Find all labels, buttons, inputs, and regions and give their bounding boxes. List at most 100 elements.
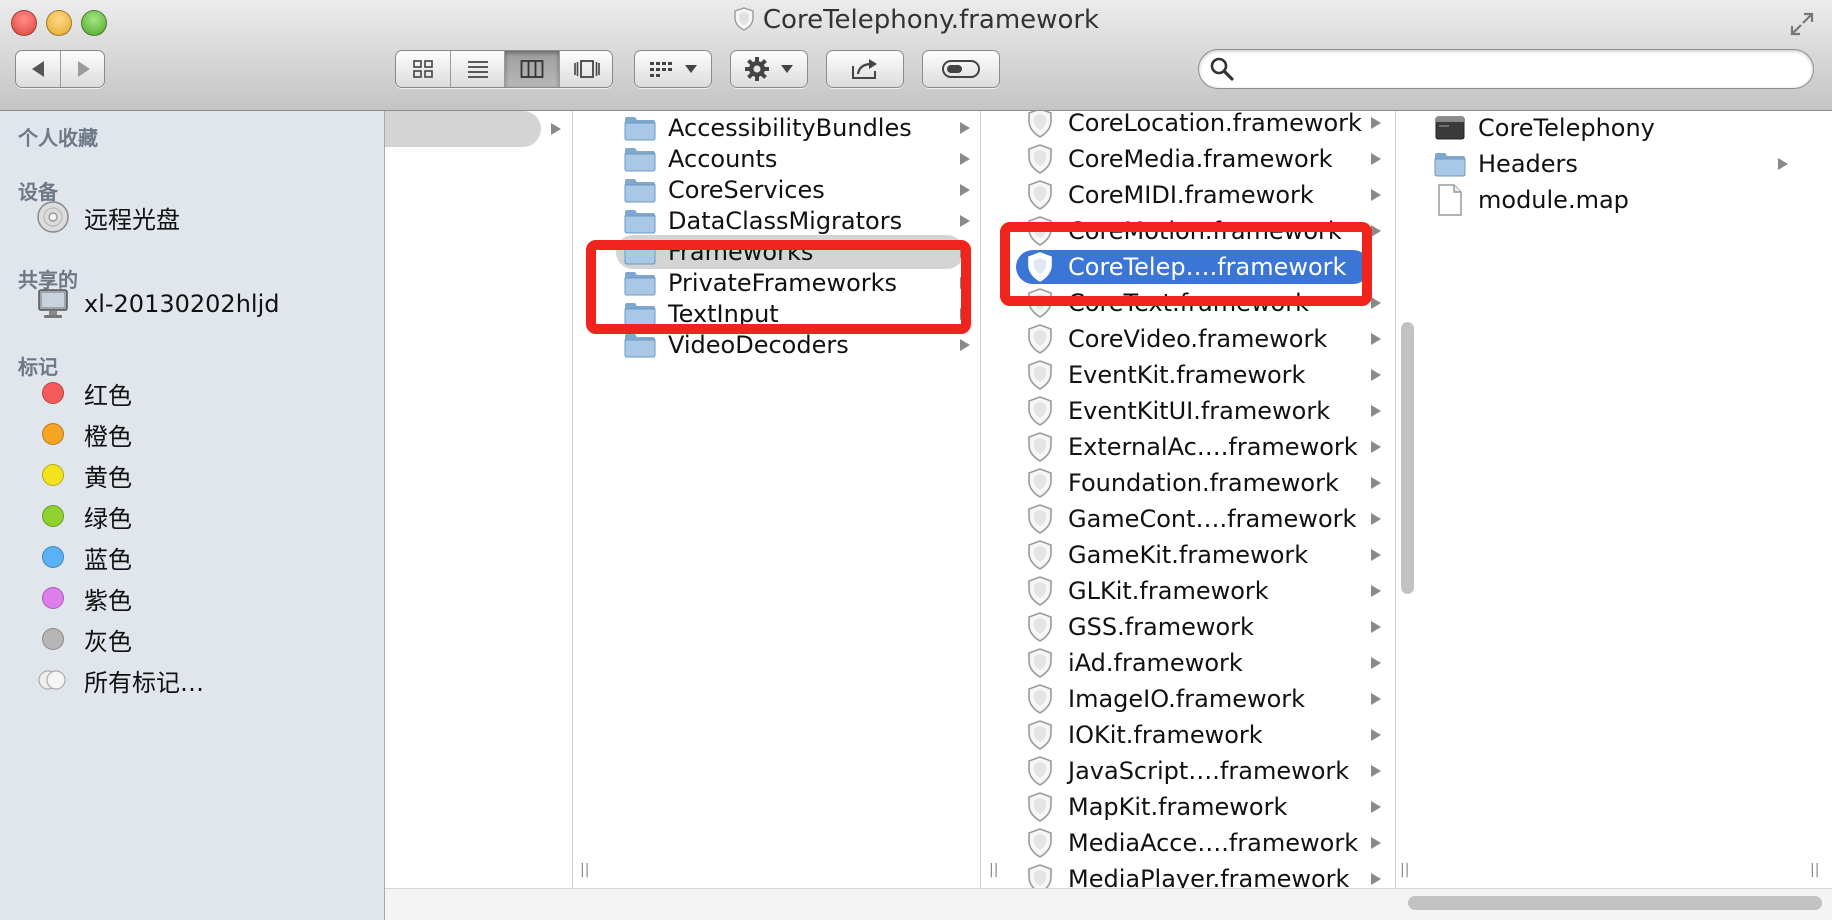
chevron-down-icon [685, 65, 697, 73]
framework-row[interactable]: MapKit.framework [1024, 790, 1287, 824]
disclosure-arrow-icon [1371, 837, 1381, 849]
framework-name: CoreLocation.framework [1068, 111, 1362, 137]
framework-row[interactable]: CoreVideo.framework [1024, 322, 1327, 356]
sidebar-tag-item[interactable]: 蓝色 [36, 537, 132, 577]
disclosure-arrow-icon [1371, 297, 1381, 309]
sidebar-tag-item[interactable]: 红色 [36, 373, 132, 413]
framework-shield-icon [1024, 719, 1056, 751]
framework-name: GSS.framework [1068, 613, 1254, 641]
folder-icon [624, 143, 656, 175]
disclosure-arrow-icon [1371, 765, 1381, 777]
framework-shield-icon [1024, 611, 1056, 643]
sidebar-tag-item[interactable]: 紫色 [36, 578, 132, 618]
framework-row[interactable]: ImageIO.framework [1024, 682, 1305, 716]
framework-row[interactable]: EventKitUI.framework [1024, 394, 1330, 428]
framework-row[interactable]: GameKit.framework [1024, 538, 1308, 572]
file-row[interactable]: CoreTelephony [1434, 111, 1655, 145]
framework-name: MediaAcce….framework [1068, 829, 1359, 857]
framework-shield-icon [1024, 575, 1056, 607]
executable-icon [1434, 112, 1466, 144]
column-resize-handle[interactable]: || [1400, 862, 1410, 878]
sidebar-tag-item[interactable]: 黄色 [36, 455, 132, 495]
framework-shield-icon [1024, 791, 1056, 823]
tag-color-dot-icon [36, 581, 70, 615]
finder-window: CoreTelephony.framework 个人收藏 设备 远程光盘 共享的… [0, 0, 1832, 920]
framework-row[interactable]: CoreMedia.framework [1024, 142, 1333, 176]
icon-view-button[interactable] [396, 51, 451, 87]
annotation-box-frameworks [586, 240, 971, 334]
folder-row[interactable]: CoreServices [624, 173, 825, 207]
coverflow-view-button[interactable] [560, 51, 614, 87]
disclosure-arrow-icon [960, 122, 970, 134]
file-name: Headers [1478, 150, 1578, 178]
framework-row[interactable]: ExternalAc….framework [1024, 430, 1358, 464]
sidebar: 个人收藏 设备 远程光盘 共享的 xl-20130202hljd 标记 红色 橙色… [0, 111, 385, 920]
framework-shield-icon [1024, 467, 1056, 499]
folder-row[interactable]: DataClassMigrators [624, 204, 902, 238]
horizontal-scrollbar[interactable] [1408, 896, 1822, 910]
framework-row[interactable]: EventKit.framework [1024, 358, 1305, 392]
framework-name: ImageIO.framework [1068, 685, 1306, 713]
tag-color-dot-icon [36, 417, 70, 451]
framework-row[interactable]: Foundation.framework [1024, 466, 1339, 500]
column-view-button[interactable] [505, 51, 560, 87]
list-view-icon [467, 61, 488, 78]
tags-button[interactable] [922, 50, 1000, 88]
framework-row[interactable]: IOKit.framework [1024, 718, 1263, 752]
framework-row[interactable]: CoreLocation.framework [1024, 111, 1362, 140]
sidebar-tag-item[interactable]: 橙色 [36, 414, 132, 454]
arrange-button[interactable] [634, 50, 712, 88]
back-arrow-icon [32, 61, 44, 77]
column-resize-handle[interactable]: || [1810, 862, 1820, 878]
sidebar-tag-item[interactable]: 灰色 [36, 619, 132, 659]
search-field[interactable] [1198, 49, 1814, 89]
framework-row[interactable]: GSS.framework [1024, 610, 1254, 644]
framework-row[interactable]: GameCont….framework [1024, 502, 1356, 536]
framework-shield-icon [1024, 683, 1056, 715]
coverflow-view-icon [574, 60, 600, 78]
vertical-scrollbar[interactable] [1401, 322, 1414, 594]
window-title: CoreTelephony.framework [762, 5, 1100, 35]
framework-name: CoreVideo.framework [1068, 325, 1328, 353]
framework-shield-icon [1024, 755, 1056, 787]
framework-name: GameKit.framework [1068, 541, 1309, 569]
search-input[interactable] [1249, 54, 1803, 86]
document-icon [1434, 184, 1466, 216]
share-button[interactable] [826, 50, 904, 88]
share-icon [852, 59, 877, 79]
file-name: module.map [1478, 186, 1629, 214]
disclosure-arrow-icon [960, 184, 970, 196]
collapsed-selection[interactable] [385, 111, 541, 147]
column-2: AccessibilityBundles Accounts CoreServices… [600, 111, 980, 888]
disclosure-arrow-icon [1371, 549, 1381, 561]
tag-color-dot-icon [36, 499, 70, 533]
sidebar-tag-label: 绿色 [84, 504, 132, 533]
framework-row[interactable]: iAd.framework [1024, 646, 1243, 680]
disclosure-arrow-icon [1371, 693, 1381, 705]
sidebar-tag-item[interactable]: 绿色 [36, 496, 132, 536]
folder-row[interactable]: Accounts [624, 142, 777, 176]
action-button[interactable] [730, 50, 808, 88]
framework-shield-icon [1024, 323, 1056, 355]
sidebar-item-network-computer[interactable]: xl-20130202hljd [36, 284, 279, 324]
forward-button[interactable] [61, 51, 106, 87]
column-resize-handle[interactable]: || [580, 862, 590, 878]
folder-row[interactable]: AccessibilityBundles [624, 111, 912, 145]
framework-row[interactable]: MediaAcce….framework [1024, 826, 1358, 860]
sidebar-tag-item[interactable]: 所有标记… [36, 660, 204, 700]
column-resize-handle[interactable]: || [989, 862, 999, 878]
framework-name: EventKitUI.framework [1068, 397, 1331, 425]
back-button[interactable] [16, 51, 61, 87]
file-row[interactable]: module.map [1434, 183, 1629, 217]
list-view-button[interactable] [451, 51, 505, 87]
framework-row[interactable]: MediaPlayer.framework [1024, 862, 1349, 888]
file-row[interactable]: Headers [1434, 147, 1578, 181]
fullscreen-icon[interactable] [1788, 10, 1816, 38]
framework-row[interactable]: JavaScript….framework [1024, 754, 1349, 788]
sidebar-item-remote-disc[interactable]: 远程光盘 [36, 197, 180, 237]
folder-name: AccessibilityBundles [668, 114, 912, 142]
framework-row[interactable]: CoreMIDI.framework [1024, 178, 1314, 212]
framework-row[interactable]: GLKit.framework [1024, 574, 1269, 608]
disclosure-arrow-icon [1371, 225, 1381, 237]
framework-shield-icon [734, 7, 754, 31]
